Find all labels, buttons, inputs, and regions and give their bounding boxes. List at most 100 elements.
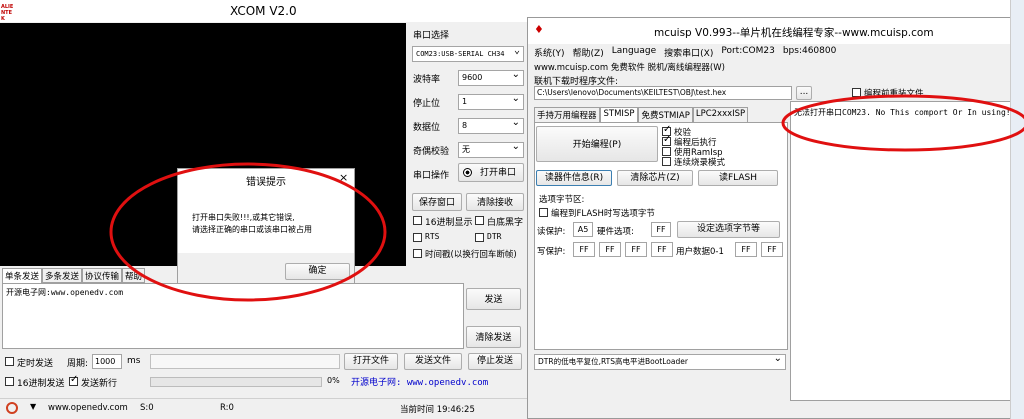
send-tabs: 单条发送 多条发送 协议传输 帮助 bbox=[2, 268, 146, 283]
period-unit: ms bbox=[127, 356, 141, 366]
white-black-label: 白底黑字 bbox=[487, 218, 524, 228]
stop-bits-select[interactable]: 1 bbox=[458, 92, 524, 110]
port-select[interactable]: COM23:USB-SERIAL CH34 bbox=[412, 44, 524, 62]
send-file-button[interactable]: 发送文件 bbox=[404, 353, 462, 370]
stop-send-button[interactable]: 停止发送 bbox=[468, 353, 522, 370]
mcuisp-title-bar: ♦ mcuisp V0.993--单片机在线编程专家--www.mcuisp.c… bbox=[528, 18, 1024, 44]
read-info-button[interactable]: 读器件信息(R) bbox=[536, 170, 612, 186]
save-window-button[interactable]: 保存窗口 bbox=[412, 193, 462, 211]
ok-button[interactable]: 确定 bbox=[285, 263, 350, 280]
mcuisp-app-icon: ♦ bbox=[534, 23, 544, 36]
tab-lpc[interactable]: LPC2xxxISP bbox=[692, 107, 749, 123]
hex-send-checkbox[interactable] bbox=[5, 377, 14, 386]
port-section-label: 串口选择 bbox=[413, 31, 450, 41]
dialog-body: 打开串口失败!!!,或其它错误, 请选择正确的串口或该串口被占用 bbox=[178, 189, 354, 253]
data-bits-select[interactable]: 8 bbox=[458, 116, 524, 134]
menu-help[interactable]: 帮助(Z) bbox=[573, 46, 604, 59]
user-data-input-1[interactable]: FF bbox=[761, 242, 783, 257]
timed-send-label: 定时发送 bbox=[17, 359, 54, 369]
status-site: www.openedv.com bbox=[48, 403, 128, 413]
tab-stmiap[interactable]: 免费STMIAP bbox=[638, 107, 693, 123]
hw-option-label: 硬件选项: bbox=[597, 227, 634, 237]
open-port-button[interactable]: 打开串口 bbox=[458, 163, 524, 182]
option-bytes-label: 选项字节区: bbox=[539, 195, 585, 205]
dtr-mode-select[interactable]: DTR的低电平复位,RTS高电平进BootLoader bbox=[534, 352, 786, 370]
baud-select[interactable]: 9600 bbox=[458, 68, 524, 86]
send-text: 开源电子网:www.openedv.com bbox=[6, 288, 124, 297]
port-op-label: 串口操作 bbox=[413, 171, 450, 181]
clear-receive-button[interactable]: 清除接收 bbox=[466, 193, 524, 211]
log-output[interactable]: 无法打开串口COM23. No This comport Or In using… bbox=[790, 101, 1023, 401]
log-text: 无法打开串口COM23. No This comport Or In using… bbox=[794, 108, 1011, 117]
reload-label: 编程前重装文件 bbox=[864, 89, 924, 99]
continuous-label: 连续烧录模式 bbox=[674, 158, 726, 168]
write-protect-input-0[interactable]: FF bbox=[573, 242, 595, 257]
parity-select[interactable]: 无 bbox=[458, 140, 524, 158]
reload-checkbox[interactable] bbox=[852, 88, 861, 97]
run-after-checkbox[interactable] bbox=[662, 134, 671, 146]
open-file-button[interactable]: 打开文件 bbox=[344, 353, 398, 370]
send-newline-checkbox[interactable] bbox=[69, 374, 78, 386]
dropdown-arrow-icon[interactable]: ▼ bbox=[30, 402, 36, 411]
send-newline-label: 发送新行 bbox=[81, 379, 118, 389]
erase-chip-button[interactable]: 清除芯片(Z) bbox=[617, 170, 693, 186]
menu-search-port[interactable]: 搜索串口(X) bbox=[664, 46, 713, 59]
dtr-checkbox[interactable] bbox=[475, 233, 484, 242]
user-data-label: 用户数据0-1 bbox=[676, 247, 724, 257]
xcom-title-bar: ALIENTEK XCOM V2.0 bbox=[0, 0, 528, 22]
clear-send-button[interactable]: 清除发送 bbox=[466, 326, 521, 348]
stmisp-panel: 开始编程(P) 校验 编程后执行 使用RamIsp 连续烧录模式 读器件信息(R… bbox=[534, 122, 788, 350]
send-button[interactable]: 发送 bbox=[466, 288, 521, 310]
read-protect-input[interactable]: A5 bbox=[573, 222, 593, 237]
tab-handheld[interactable]: 手持万用编程器 bbox=[534, 107, 600, 123]
tab-stmisp[interactable]: STMISP bbox=[599, 107, 639, 123]
baud-label: 波特率 bbox=[413, 75, 441, 85]
send-textarea[interactable]: 开源电子网:www.openedv.com bbox=[2, 283, 464, 349]
rts-checkbox[interactable] bbox=[413, 233, 422, 242]
status-time: 当前时间 19:46:25 bbox=[400, 405, 475, 415]
continuous-checkbox[interactable] bbox=[662, 157, 671, 166]
menu-language[interactable]: Language bbox=[612, 46, 656, 59]
dialog-line-2: 请选择正确的串口或该串口被占用 bbox=[192, 225, 312, 234]
settings-icon[interactable] bbox=[6, 402, 18, 414]
file-path-text: C:\Users\lenovo\Documents\KEILTEST\OBJ\t… bbox=[537, 88, 727, 97]
tab-multi-send[interactable]: 多条发送 bbox=[42, 268, 83, 283]
tab-help[interactable]: 帮助 bbox=[122, 268, 146, 283]
period-label: 周期: bbox=[67, 359, 89, 369]
read-flash-button[interactable]: 读FLASH bbox=[698, 170, 778, 186]
write-protect-input-1[interactable]: FF bbox=[599, 242, 621, 257]
tab-single-send[interactable]: 单条发送 bbox=[2, 268, 43, 283]
mcuisp-subtitle[interactable]: www.mcuisp.com 免费软件 脱机/离线编程器(W) bbox=[534, 61, 725, 73]
dialog-line-1: 打开串口失败!!!,或其它错误, bbox=[192, 213, 295, 222]
mcuisp-tabs: 手持万用编程器 STMISP 免费STMIAP LPC2xxxISP bbox=[534, 107, 749, 123]
tab-protocol[interactable]: 协议传输 bbox=[82, 268, 123, 283]
prog-option-checkbox[interactable] bbox=[539, 208, 548, 217]
menu-port[interactable]: Port:COM23 bbox=[721, 46, 774, 59]
dialog-title: 错误提示 bbox=[246, 177, 286, 188]
file-path-input[interactable]: C:\Users\lenovo\Documents\KEILTEST\OBJ\t… bbox=[534, 86, 792, 100]
hw-option-input[interactable]: FF bbox=[651, 222, 671, 237]
white-black-checkbox[interactable] bbox=[475, 216, 484, 225]
radio-dot-icon bbox=[463, 168, 472, 177]
user-data-input-0[interactable]: FF bbox=[735, 242, 757, 257]
write-protect-input-3[interactable]: FF bbox=[651, 242, 673, 257]
timestamp-checkbox[interactable] bbox=[413, 249, 422, 258]
menu-bps[interactable]: bps:460800 bbox=[783, 46, 837, 59]
alientek-logo: ALIENTEK bbox=[1, 4, 14, 22]
mcuisp-menu-bar: 系统(Y) 帮助(Z) Language 搜索串口(X) Port:COM23 … bbox=[534, 46, 836, 59]
ramisp-checkbox[interactable] bbox=[662, 147, 671, 156]
hex-display-label: 16进制显示 bbox=[425, 218, 473, 228]
browse-button[interactable]: ... bbox=[796, 86, 812, 100]
dialog-title-bar: 错误提示 × bbox=[178, 169, 354, 189]
openedv-link[interactable]: 开源电子网: www.openedv.com bbox=[351, 375, 488, 388]
period-input[interactable]: 1000 bbox=[92, 354, 122, 369]
rts-label: RTS bbox=[425, 232, 440, 241]
write-protect-input-2[interactable]: FF bbox=[625, 242, 647, 257]
close-icon[interactable]: × bbox=[339, 171, 348, 184]
hex-display-checkbox[interactable] bbox=[413, 216, 422, 225]
set-option-button[interactable]: 设定选项字节等 bbox=[677, 221, 780, 238]
timestamp-label: 时间戳(以换行回车断帧) bbox=[425, 250, 517, 260]
timed-send-checkbox[interactable] bbox=[5, 357, 14, 366]
start-program-button[interactable]: 开始编程(P) bbox=[536, 126, 658, 162]
menu-system[interactable]: 系统(Y) bbox=[534, 46, 565, 59]
